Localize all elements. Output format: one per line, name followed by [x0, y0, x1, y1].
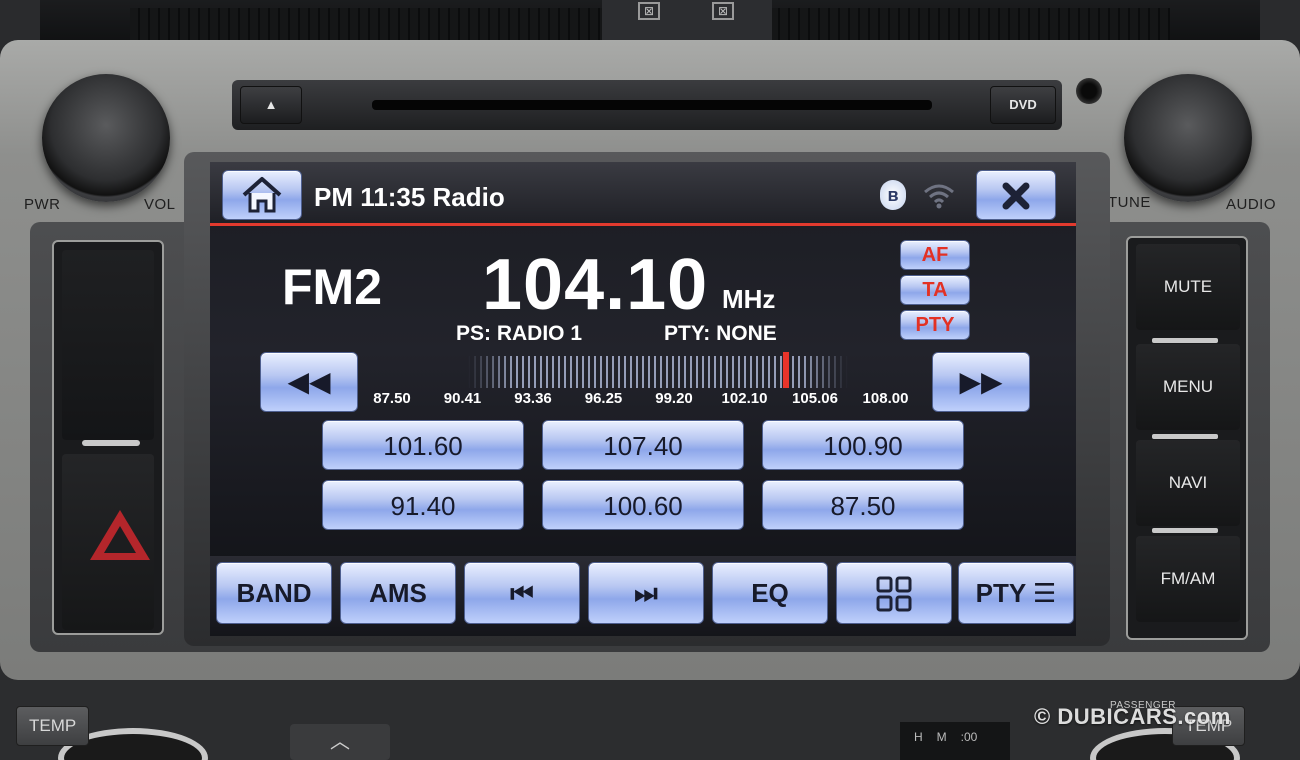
clock-hour-button[interactable]: H	[914, 730, 923, 752]
wifi-icon	[924, 184, 954, 209]
previous-track-button[interactable]: ⏮	[464, 562, 580, 624]
clock-zero-button[interactable]: :00	[961, 730, 978, 752]
next-track-button[interactable]: ⏭	[588, 562, 704, 624]
pty-label: PTY	[975, 578, 1026, 608]
scale-label: 108.00	[862, 390, 909, 407]
rewind-icon: ◀◀	[287, 366, 331, 397]
right-hardware-column: MUTE MENU NAVI FM/AM	[1126, 236, 1248, 640]
eject-button[interactable]: ▲	[240, 86, 302, 124]
watermark: © DUBICARS.com	[1034, 704, 1231, 729]
blank-switch[interactable]	[62, 250, 154, 440]
scale-label: 96.25	[584, 390, 623, 407]
radio-screen: PM 11:35 Radio ʙ FM2 104.10 MHz PS: RADI…	[210, 162, 1076, 636]
scale-label: 102.10	[721, 390, 768, 407]
frequency-display: 104.10	[482, 245, 709, 325]
pty-tag-button[interactable]: PTY	[900, 310, 970, 340]
ps-info: PS: RADIO 1	[456, 322, 583, 345]
tune-audio-knob[interactable]	[1124, 74, 1252, 202]
list-icon: ☰	[1033, 578, 1057, 608]
preset-button-6[interactable]: 87.50	[762, 480, 964, 530]
skip-forward-icon: ⏭	[634, 578, 658, 608]
hazard-button[interactable]	[62, 454, 154, 630]
vol-label: VOL	[144, 196, 176, 213]
mute-button[interactable]: MUTE	[1136, 244, 1240, 330]
scale-label: 105.06	[792, 390, 838, 407]
ams-button[interactable]: AMS	[340, 562, 456, 624]
power-volume-knob[interactable]	[42, 74, 170, 202]
pty-info: PTY: NONE	[664, 322, 777, 345]
scale-label: 93.36	[514, 390, 552, 407]
clock-adjust-panel: H M :00	[900, 722, 1010, 760]
divider-bar	[1152, 338, 1218, 343]
home-icon	[242, 177, 282, 213]
band-label: FM2	[282, 259, 382, 315]
divider-bar	[1152, 434, 1218, 439]
hazard-icon	[90, 510, 150, 560]
frequency-scale-labels: 87.50 90.41 93.36 96.25 99.20 102.10 105.06 108…	[370, 390, 930, 410]
divider-bar	[82, 440, 140, 446]
seek-forward-button[interactable]: ▶▶	[932, 352, 1030, 412]
divider-bar	[1152, 528, 1218, 533]
vent-icon: ⊠	[638, 2, 660, 20]
home-button[interactable]	[222, 170, 302, 220]
close-button[interactable]	[976, 170, 1056, 220]
scale-label: 87.50	[373, 390, 411, 407]
ta-button[interactable]: TA	[900, 275, 970, 305]
preset-button-1[interactable]: 101.60	[322, 420, 524, 470]
up-arrow-button[interactable]: ︿	[290, 724, 390, 760]
pwr-label: PWR	[24, 196, 61, 213]
navi-button[interactable]: NAVI	[1136, 440, 1240, 526]
seek-back-button[interactable]: ◀◀	[260, 352, 358, 412]
menu-button[interactable]: MENU	[1136, 344, 1240, 430]
eq-button[interactable]: EQ	[712, 562, 828, 624]
pty-list-button[interactable]: PTY ☰	[958, 562, 1074, 624]
tune-label: TUNE	[1108, 194, 1151, 211]
band-button[interactable]: BAND	[216, 562, 332, 624]
skip-back-icon: ⏮	[510, 578, 534, 608]
disc-slot	[372, 100, 932, 110]
sensor-led	[1076, 78, 1102, 104]
fast-forward-icon: ▶▶	[959, 366, 1003, 397]
scale-label: 99.20	[655, 390, 693, 407]
preset-button-2[interactable]: 107.40	[542, 420, 744, 470]
vent-icon: ⊠	[712, 2, 734, 20]
fm-am-button[interactable]: FM/AM	[1136, 536, 1240, 622]
tuner-scale[interactable]	[468, 352, 848, 388]
bluetooth-icon: ʙ	[880, 180, 906, 210]
clock-minute-button[interactable]: M	[937, 730, 947, 752]
status-title: PM 11:35 Radio	[314, 182, 505, 212]
preset-button-4[interactable]: 91.40	[322, 480, 524, 530]
status-bar: PM 11:35 Radio ʙ	[210, 162, 1076, 226]
audio-label: AUDIO	[1226, 196, 1277, 213]
scale-label: 90.41	[443, 390, 482, 407]
tuner-needle[interactable]	[783, 352, 790, 388]
preset-list-button[interactable]	[836, 562, 952, 624]
dvd-button[interactable]: DVD	[990, 86, 1056, 124]
grid-icon	[876, 576, 912, 612]
close-icon	[1002, 182, 1030, 210]
tuner-ticks	[468, 356, 848, 388]
af-button[interactable]: AF	[900, 240, 970, 270]
disc-slot-panel	[232, 80, 1062, 130]
temp-left-button[interactable]: TEMP	[16, 706, 90, 746]
preset-button-3[interactable]: 100.90	[762, 420, 964, 470]
preset-button-5[interactable]: 100.60	[542, 480, 744, 530]
left-hardware-column	[52, 240, 164, 635]
frequency-unit: MHz	[722, 284, 776, 314]
